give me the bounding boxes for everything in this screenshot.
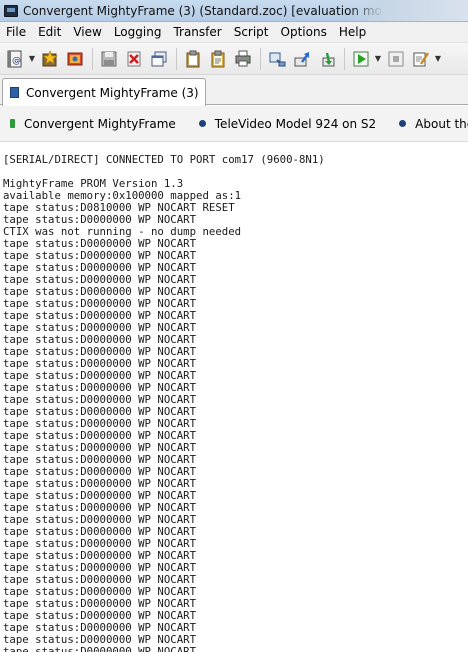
blue-dot-icon: [198, 120, 206, 127]
save-button[interactable]: [97, 47, 121, 71]
download-button[interactable]: [315, 47, 339, 71]
edit-icon: [413, 51, 430, 66]
svg-text:@: @: [12, 56, 21, 66]
menu-bar: File Edit View Logging Transfer Script O…: [0, 22, 468, 43]
disconnect-x-icon: [127, 51, 141, 66]
favorites-button[interactable]: [38, 47, 62, 71]
toolbar-separator: [260, 47, 261, 70]
title-bar[interactable]: Convergent MightyFrame (3) (Standard.zoc…: [0, 0, 468, 22]
green-marker-icon: [10, 119, 15, 128]
chevron-down-icon[interactable]: ▼: [28, 47, 36, 71]
menu-options[interactable]: Options: [275, 22, 333, 42]
session-tab-strip: Convergent MightyFrame (3): [0, 75, 468, 106]
disconnect-button[interactable]: [122, 47, 146, 71]
stop-icon: [388, 51, 404, 66]
menu-help[interactable]: Help: [333, 22, 372, 42]
menu-edit[interactable]: Edit: [32, 22, 67, 42]
chevron-down-icon[interactable]: ▼: [434, 47, 442, 71]
terminal-line: tape status:D0000000 WP NOCART: [3, 645, 197, 652]
user-button-label: About these Butt: [415, 116, 468, 131]
star-favorites-icon: [42, 49, 58, 66]
user-button-label: TeleVideo Model 924 on S2: [214, 116, 377, 131]
upload-button[interactable]: [290, 47, 314, 71]
menu-view[interactable]: View: [67, 22, 107, 42]
toolbar: @ ▼ ▼ ▼: [0, 43, 468, 75]
title-bar-fade: [348, 0, 468, 21]
copy-button[interactable]: [181, 47, 205, 71]
menu-logging[interactable]: Logging: [108, 22, 168, 42]
toolbar-separator: [176, 47, 177, 70]
multi-window-icon: [151, 51, 167, 66]
menu-file[interactable]: File: [0, 22, 32, 42]
toolbar-separator: [92, 47, 93, 70]
run-script-button[interactable]: [349, 47, 373, 71]
window-title: Convergent MightyFrame (3) (Standard.zoc…: [23, 3, 402, 18]
tab-session[interactable]: Convergent MightyFrame (3): [2, 78, 206, 106]
terminal-line: [SERIAL/DIRECT] CONNECTED TO PORT com17 …: [3, 153, 325, 166]
connect-button[interactable]: [265, 47, 289, 71]
windows-button[interactable]: [147, 47, 171, 71]
session-icon: [10, 87, 19, 98]
terminal-output[interactable]: [SERIAL/DIRECT] CONNECTED TO PORT com17 …: [0, 142, 468, 652]
chevron-down-icon[interactable]: ▼: [374, 47, 382, 71]
image-capture-icon: [67, 52, 83, 65]
menu-script[interactable]: Script: [228, 22, 275, 42]
user-button-bar: Convergent MightyFrame TeleVideo Model 9…: [0, 106, 468, 142]
edit-script-button[interactable]: [409, 47, 433, 71]
stop-button[interactable]: [384, 47, 408, 71]
print-button[interactable]: [231, 47, 255, 71]
user-button-mightyframe[interactable]: Convergent MightyFrame: [10, 117, 176, 131]
address-book-button[interactable]: @: [3, 47, 27, 71]
connect-icon: [269, 52, 286, 67]
clipboard-paste-icon: [211, 50, 225, 67]
menu-transfer[interactable]: Transfer: [167, 22, 227, 42]
address-book-icon: @: [7, 50, 22, 67]
play-script-icon: [353, 51, 369, 66]
paste-button[interactable]: [206, 47, 230, 71]
app-icon: [4, 4, 18, 17]
user-button-televideo[interactable]: TeleVideo Model 924 on S2: [198, 116, 377, 131]
disk-icon: [101, 51, 117, 66]
blue-dot-icon: [399, 120, 407, 127]
upload-icon: [294, 51, 309, 66]
capture-button[interactable]: [63, 47, 87, 71]
user-button-about[interactable]: About these Butt: [399, 117, 468, 131]
printer-icon: [235, 50, 251, 66]
tab-session-label: Convergent MightyFrame (3): [26, 85, 199, 100]
user-button-label: Convergent MightyFrame: [24, 116, 176, 131]
download-icon: [322, 52, 335, 66]
toolbar-separator: [344, 47, 345, 70]
clipboard-copy-icon: [186, 50, 200, 67]
